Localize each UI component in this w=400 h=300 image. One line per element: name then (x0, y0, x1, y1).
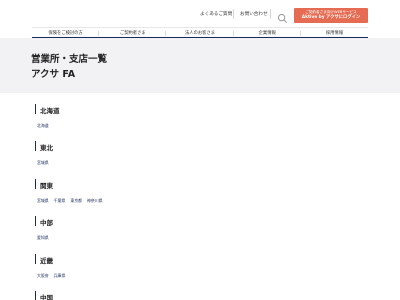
region-marker (35, 179, 36, 189)
region-chubu: 中部 愛知県 (31, 216, 371, 241)
region-heading: 中部 (40, 219, 53, 227)
main-nav: 保険をご検討の方 ご契約者さま 法人のお客さま 企業情報 採用情報 (32, 27, 369, 38)
region-heading: 北海道 (40, 107, 60, 115)
region-marker (35, 141, 36, 151)
page-subtitle: アクサ FA (31, 69, 76, 80)
region-heading: 近畿 (40, 257, 53, 265)
login-button-subtext: ご契約者さま向けWEBサービス (305, 10, 357, 14)
region-heading: 中国 (40, 294, 53, 300)
nav-item-prospective[interactable]: 保険をご検討の方 (32, 28, 100, 38)
prefecture-link[interactable]: 神奈川県 (87, 198, 103, 204)
region-kanto: 関東 宮城県 千葉県 東京都 神奈川県 (31, 179, 371, 204)
prefecture-link[interactable]: 北海道 (37, 123, 49, 129)
divider (270, 9, 271, 19)
nav-item-corporate[interactable]: 法人のお客さま (166, 28, 234, 38)
login-button[interactable]: ご契約者さま向けWEBサービス Aktive by アクサにログイン (294, 8, 368, 23)
nav-item-policyholders[interactable]: ご契約者さま (99, 28, 167, 38)
prefecture-link[interactable]: 宮城県 (37, 198, 49, 204)
page-header: 営業所・支店一覧 アクサ FA (0, 38, 400, 93)
prefecture-link[interactable]: 宮城県 (37, 160, 49, 166)
prefecture-link[interactable]: 東京都 (70, 198, 82, 204)
prefecture-link[interactable]: 大阪府 (37, 273, 49, 279)
prefecture-link[interactable]: 兵庫県 (54, 273, 66, 279)
page-title: 営業所・支店一覧 (31, 54, 108, 65)
top-utility-bar: よくあるご質問 お問い合わせ ご契約者さま向けWEBサービス Aktive by… (0, 0, 400, 27)
prefecture-link[interactable]: 千葉県 (54, 198, 66, 204)
nav-item-company-info[interactable]: 企業情報 (233, 28, 302, 38)
region-kinki: 近畿 大阪府 兵庫県 (31, 254, 371, 279)
region-heading: 関東 (40, 182, 53, 190)
region-hokkaido: 北海道 北海道 (31, 104, 371, 129)
region-marker (35, 291, 36, 300)
divider (233, 9, 234, 19)
region-tohoku: 東北 宮城県 (31, 141, 371, 166)
search-icon[interactable] (277, 9, 288, 24)
region-marker (35, 216, 36, 226)
region-heading: 東北 (40, 144, 53, 152)
contact-link[interactable]: お問い合わせ (240, 11, 268, 17)
faq-link[interactable]: よくあるご質問 (200, 11, 232, 17)
nav-item-recruit[interactable]: 採用情報 (300, 28, 369, 38)
login-button-label: Aktive by アクサにログイン (301, 15, 361, 20)
region-marker (35, 254, 36, 264)
region-chugoku: 中国 (31, 291, 371, 300)
region-marker (35, 104, 36, 114)
prefecture-link[interactable]: 愛知県 (37, 235, 49, 241)
